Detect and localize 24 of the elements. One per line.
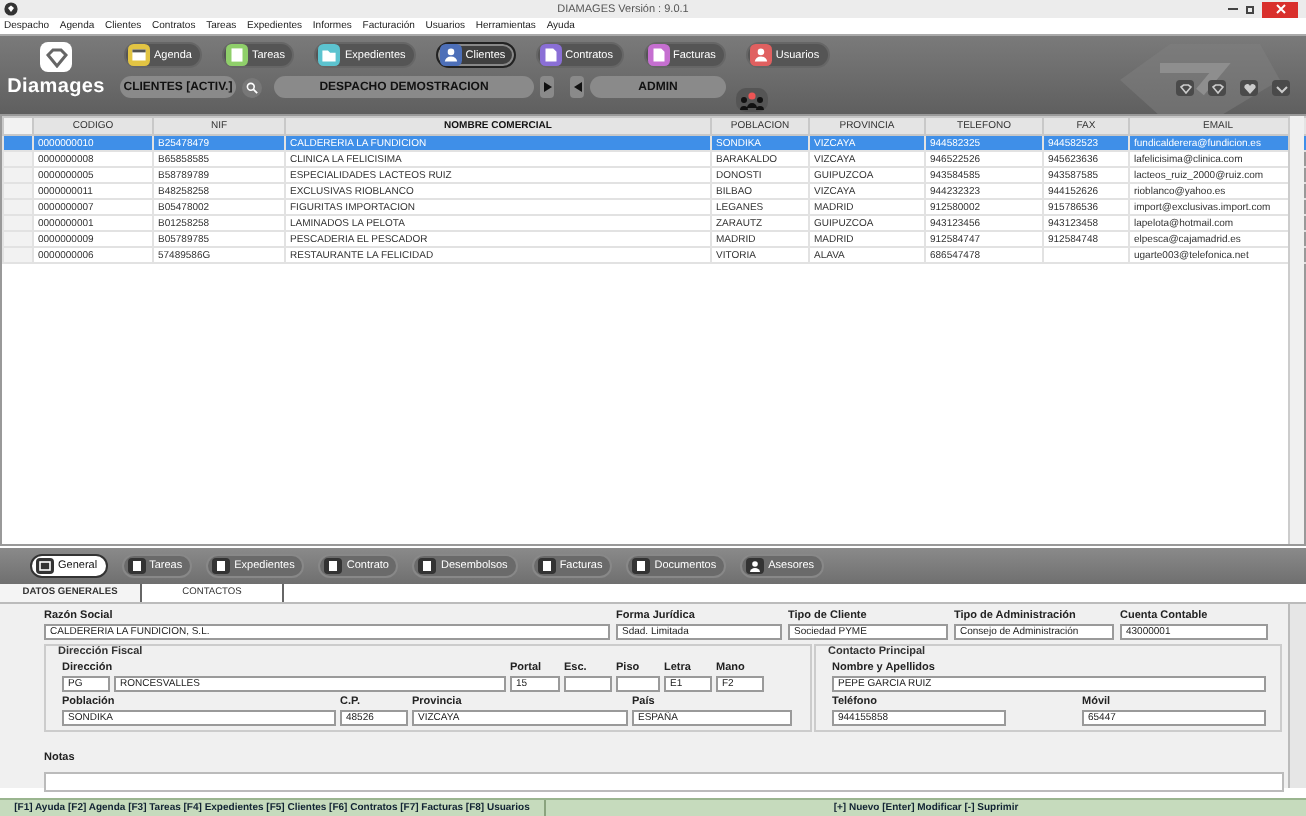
document-icon: [127, 558, 146, 574]
person-icon: [746, 558, 765, 574]
diamond-icon[interactable]: [1176, 80, 1194, 96]
logo-icon: [40, 42, 72, 72]
window-icon: [36, 558, 54, 574]
app-name: Diamages: [7, 76, 105, 98]
previous-button[interactable]: [570, 76, 584, 98]
maximize-button[interactable]: [1246, 5, 1254, 13]
document-icon: [324, 558, 343, 574]
document-icon: [537, 558, 556, 574]
close-icon: [1275, 4, 1285, 14]
diamond-icon[interactable]: [1208, 80, 1226, 96]
close-button[interactable]: [1262, 1, 1298, 17]
users-group-icon[interactable]: [736, 88, 768, 112]
search-button[interactable]: [242, 77, 262, 97]
next-button[interactable]: [540, 76, 554, 98]
scrollbar[interactable]: [1288, 116, 1304, 544]
scrollbar[interactable]: [1288, 604, 1306, 788]
heart-icon[interactable]: [1240, 80, 1258, 96]
text-field[interactable]: [564, 676, 612, 692]
download-icon[interactable]: [1272, 80, 1290, 96]
document-icon: [632, 558, 651, 574]
notes-field[interactable]: [44, 772, 1284, 792]
text-field[interactable]: [616, 676, 660, 692]
